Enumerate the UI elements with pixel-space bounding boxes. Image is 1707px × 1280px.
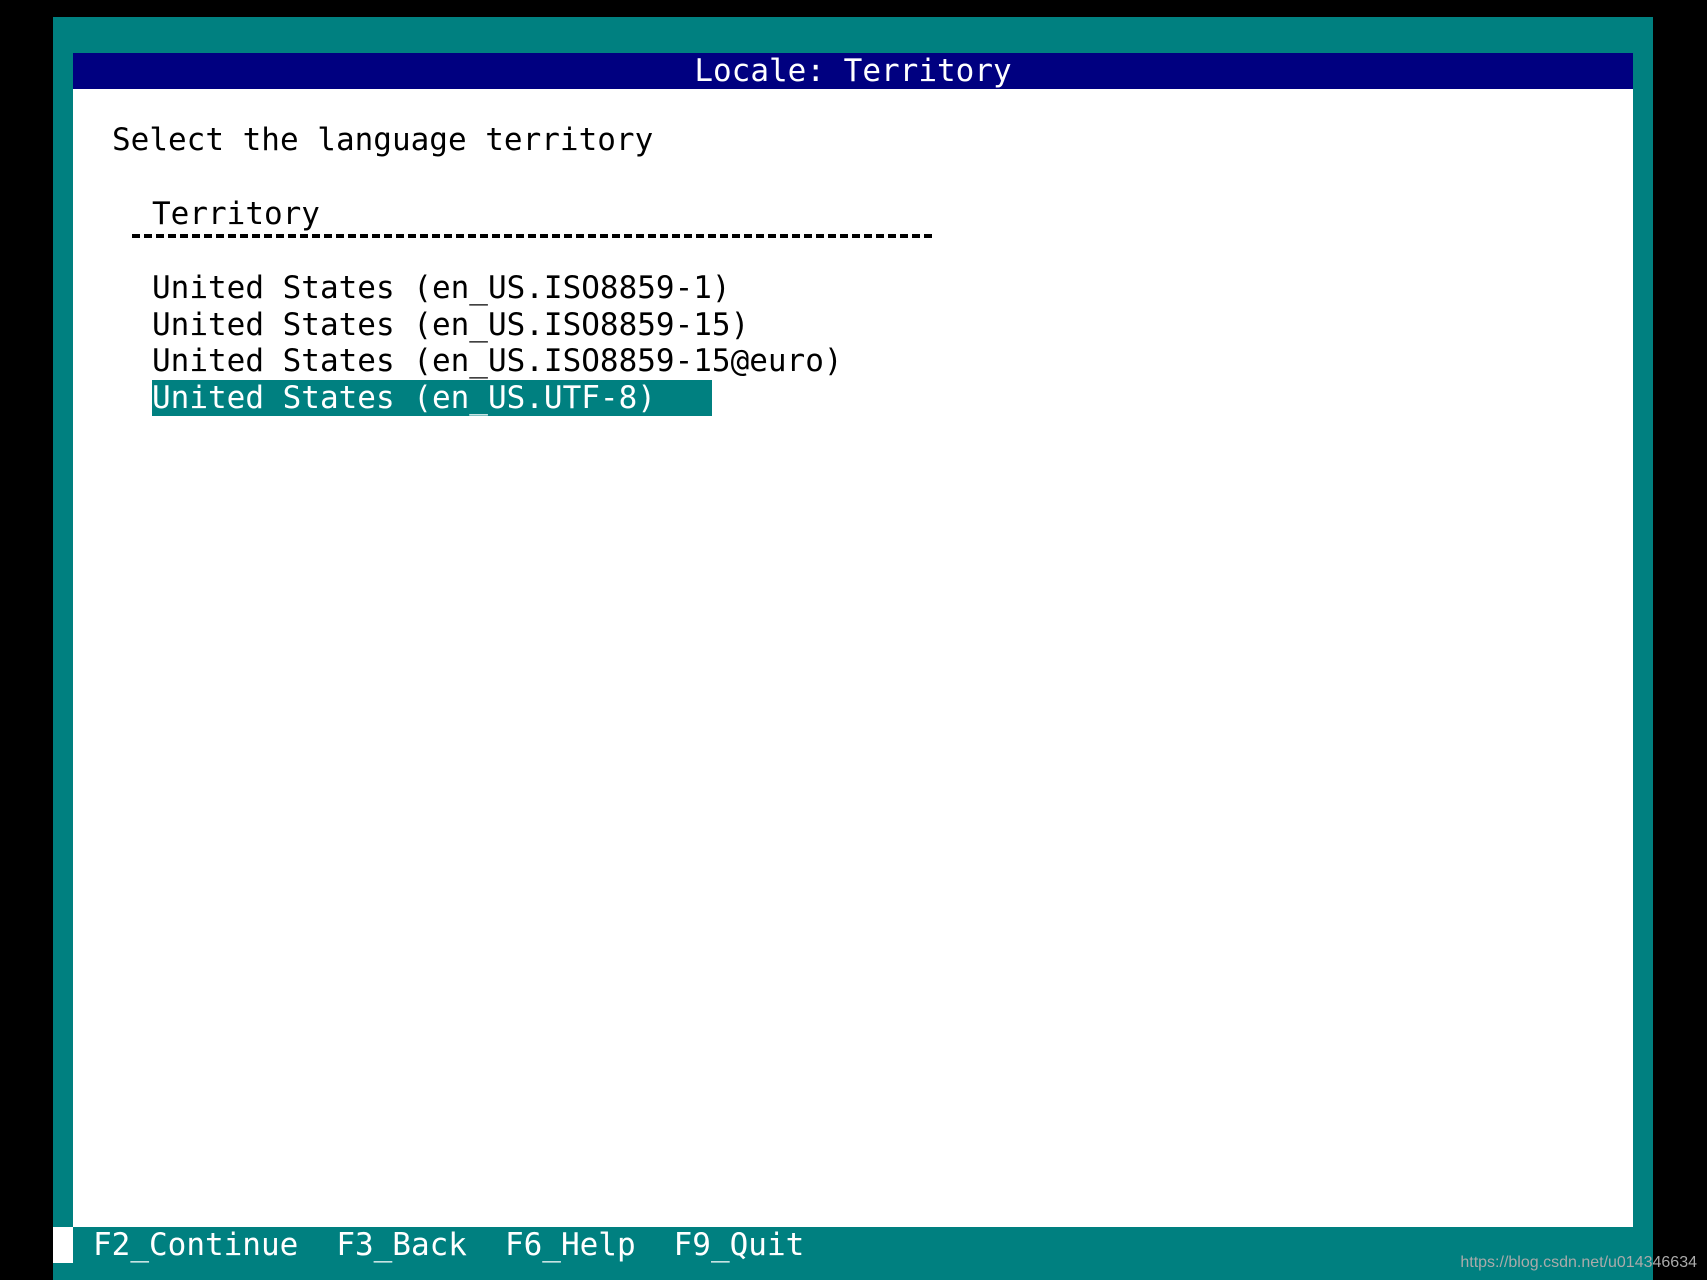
continue-key[interactable]: F2_Continue	[93, 1227, 298, 1263]
header-separator	[132, 234, 932, 238]
installer-screen: Locale: Territory Select the language te…	[0, 0, 1707, 1280]
list-item-selected[interactable]: United States (en_US.UTF-8)	[152, 379, 712, 416]
cursor-block	[53, 1227, 73, 1263]
function-keys: F2_Continue F3_Back F6_Help F9_Quit	[93, 1227, 804, 1263]
help-key[interactable]: F6_Help	[505, 1227, 636, 1263]
territory-list[interactable]: United States (en_US.ISO8859-1) United S…	[152, 270, 843, 416]
column-header-territory: Territory	[152, 196, 320, 232]
list-item[interactable]: United States (en_US.ISO8859-1)	[152, 270, 843, 307]
list-item[interactable]: United States (en_US.ISO8859-15)	[152, 307, 843, 344]
dialog-title: Locale: Territory	[73, 53, 1633, 89]
prompt-text: Select the language territory	[112, 122, 654, 158]
quit-key[interactable]: F9_Quit	[674, 1227, 805, 1263]
watermark: https://blog.csdn.net/u014346634	[1460, 1254, 1697, 1271]
back-key[interactable]: F3_Back	[336, 1227, 467, 1263]
list-item[interactable]: United States (en_US.ISO8859-15@euro)	[152, 343, 843, 380]
